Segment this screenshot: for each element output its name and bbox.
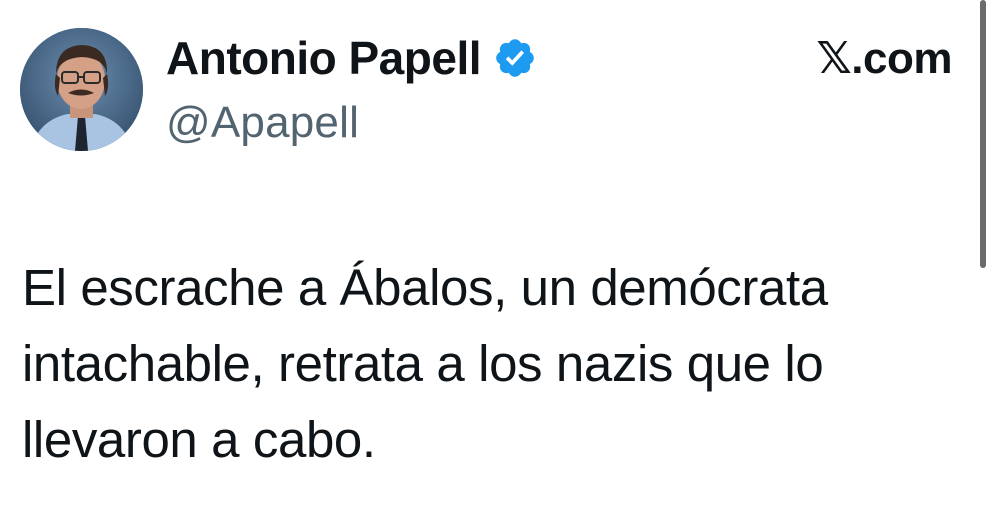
author-name-row: Antonio Papell <box>166 30 537 86</box>
tweet-body-text: El escrache a Ábalos, un demócrata intac… <box>22 259 828 468</box>
source-label: 𝕏.com <box>816 30 952 86</box>
author-handle[interactable]: @Apapell <box>166 96 359 150</box>
x-logo-icon: 𝕏.com <box>816 33 952 83</box>
verified-badge-icon <box>493 36 537 80</box>
scrollbar-thumb[interactable] <box>980 0 986 268</box>
tweet-screenshot: Antonio Papell @Apapell 𝕏.com El escrach… <box>0 0 1000 528</box>
author-avatar[interactable] <box>20 28 143 151</box>
avatar-image <box>20 28 143 151</box>
author-display-name[interactable]: Antonio Papell <box>166 30 482 86</box>
